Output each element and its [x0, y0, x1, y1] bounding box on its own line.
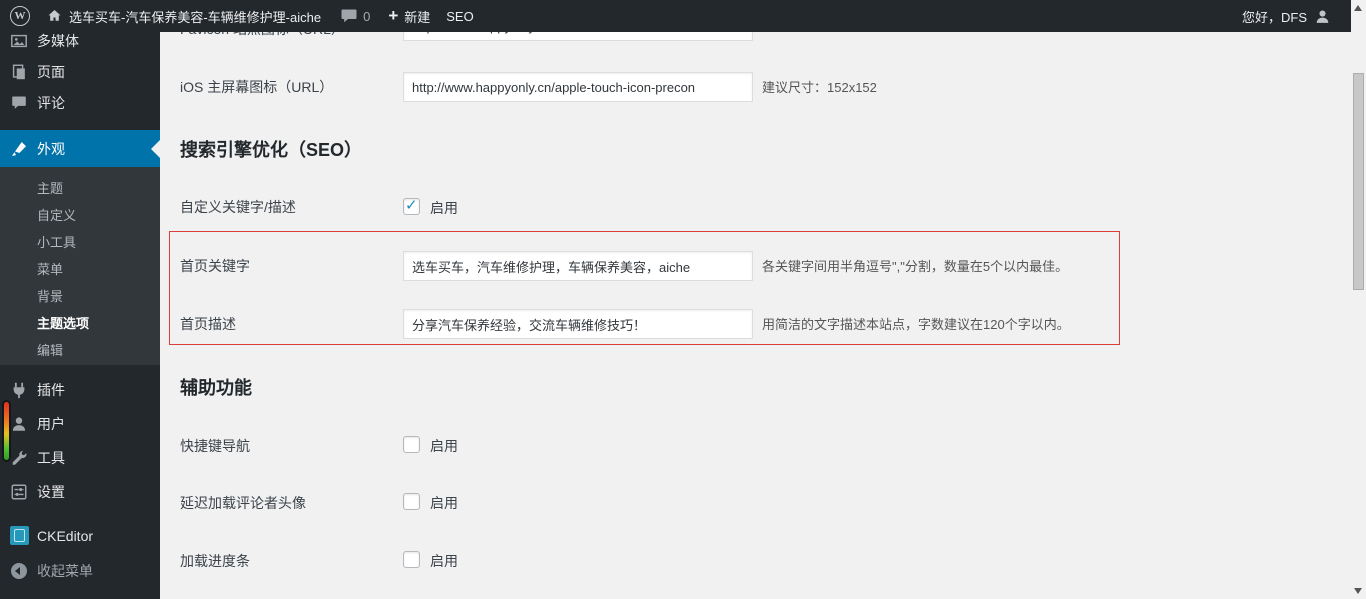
sidebar-item-tools[interactable]: 工具 — [0, 442, 160, 473]
custom-meta-enable-label: 启用 — [430, 200, 458, 216]
sidebar-item-label: 多媒体 — [37, 32, 79, 49]
shortcut-nav-enable-label: 启用 — [430, 438, 458, 454]
progress-bar-label: 加载进度条 — [180, 553, 250, 569]
submenu-item-menus[interactable]: 菜单 — [0, 255, 160, 282]
seo-menu[interactable]: SEO — [438, 0, 481, 32]
sidebar-item-label: 页面 — [37, 63, 65, 80]
wp-logo-menu[interactable]: W — [0, 0, 38, 32]
lazy-avatar-checkbox[interactable] — [403, 493, 420, 510]
sidebar-item-label: 收起菜单 — [37, 562, 93, 579]
appearance-submenu: 主题 自定义 小工具 菜单 背景 主题选项 编辑 — [0, 167, 160, 365]
plus-icon: + — [388, 5, 399, 25]
submenu-item-editor[interactable]: 编辑 — [0, 336, 160, 363]
new-content-menu[interactable]: + 新建 — [380, 0, 438, 32]
shortcut-nav-checkbox[interactable] — [403, 436, 420, 453]
new-label: 新建 — [404, 9, 431, 25]
sidebar-item-label: 工具 — [37, 449, 65, 466]
page-scrollbar — [1351, 0, 1366, 599]
site-link[interactable]: 选车买车-汽车保养美容-车辆维修护理-aiche — [38, 0, 329, 32]
assist-section-title: 辅助功能 — [180, 378, 252, 398]
shortcut-nav-label: 快捷键导航 — [180, 438, 250, 454]
lazy-avatar-label: 延迟加载评论者头像 — [180, 495, 306, 511]
sidebar-item-label: 评论 — [37, 94, 65, 111]
sidebar-item-label: 插件 — [37, 381, 65, 398]
sidebar-item-collapse-menu[interactable]: 收起菜单 — [0, 555, 160, 586]
submenu-item-background[interactable]: 背景 — [0, 282, 160, 309]
home-description-label: 首页描述 — [180, 316, 236, 332]
submenu-item-customize[interactable]: 自定义 — [0, 201, 160, 228]
plugin-icon — [9, 381, 29, 399]
submenu-item-widgets[interactable]: 小工具 — [0, 228, 160, 255]
scrollbar-up-arrow[interactable] — [1354, 5, 1362, 11]
submenu-item-themes[interactable]: 主题 — [0, 174, 160, 201]
sidebar-item-label: 外观 — [37, 140, 65, 157]
comments-shortcut[interactable]: 0 — [333, 0, 378, 32]
collapse-arrow-icon — [9, 562, 29, 579]
submenu-item-theme-options[interactable]: 主题选项 — [0, 309, 160, 336]
sidebar-item-settings[interactable]: 设置 — [0, 476, 160, 507]
user-greeting[interactable]: 您好，DFS — [1242, 7, 1307, 26]
comments-icon — [9, 94, 29, 111]
progress-bar-enable-label: 启用 — [430, 553, 458, 569]
admin-sidebar: 多媒体 页面 评论 外观 主题 自定义 小工具 菜单 背景 主题选项 编辑 插件 — [0, 0, 160, 599]
wordpress-logo-icon: W — [10, 6, 30, 26]
comment-count: 0 — [363, 8, 371, 24]
avatar-icon[interactable] — [1314, 8, 1331, 25]
sidebar-item-plugins[interactable]: 插件 — [0, 374, 160, 405]
home-icon — [48, 10, 61, 21]
sidebar-item-users[interactable]: 用户 — [0, 408, 160, 439]
comment-bubble-icon — [341, 9, 357, 23]
scrollbar-down-arrow[interactable] — [1354, 588, 1362, 594]
home-description-hint: 用简洁的文字描述本站点，字数建议在120个字以内。 — [762, 317, 1070, 332]
sidebar-item-label: 用户 — [37, 415, 65, 432]
paintbrush-icon — [9, 140, 29, 158]
media-icon — [9, 32, 29, 50]
custom-meta-checkbox[interactable] — [403, 196, 420, 215]
level-indicator-bar — [2, 400, 11, 462]
pages-icon — [9, 63, 29, 81]
home-keywords-hint: 各关键字间用半角逗号","分割，数量在5个以内最佳。 — [762, 259, 1069, 274]
sidebar-item-ckeditor[interactable]: CKEditor — [0, 520, 160, 551]
site-title: 选车买车-汽车保养美容-车辆维修护理-aiche — [69, 9, 322, 25]
sidebar-item-pages[interactable]: 页面 — [0, 56, 160, 87]
ios-icon-label: iOS 主屏幕图标（URL） — [180, 79, 334, 95]
wrench-icon — [9, 449, 29, 467]
lazy-avatar-enable-label: 启用 — [430, 495, 458, 511]
home-keywords-input[interactable] — [403, 251, 753, 281]
admin-bar: W 选车买车-汽车保养美容-车辆维修护理-aiche 0 + 新建 SEO 您好… — [0, 0, 1351, 32]
seo-menu-label: SEO — [446, 8, 474, 24]
sidebar-item-comments[interactable]: 评论 — [0, 87, 160, 118]
scrollbar-thumb[interactable] — [1353, 73, 1364, 290]
sidebar-item-appearance[interactable]: 外观 — [0, 130, 160, 167]
progress-bar-checkbox[interactable] — [403, 551, 420, 568]
custom-meta-label: 自定义关键字/描述 — [180, 199, 296, 215]
ios-icon-url-input[interactable] — [403, 72, 753, 102]
home-description-input[interactable] — [403, 309, 753, 339]
ios-icon-hint: 建议尺寸：152x152 — [762, 80, 877, 95]
sidebar-item-label: 设置 — [37, 483, 65, 500]
user-icon — [9, 415, 29, 433]
theme-options-panel: Favicon 站点图标（URL） iOS 主屏幕图标（URL） 建议尺寸：15… — [160, 0, 1351, 599]
sidebar-item-label: CKEditor — [37, 527, 94, 544]
home-keywords-label: 首页关键字 — [180, 258, 250, 274]
seo-section-title: 搜索引擎优化（SEO） — [180, 140, 363, 160]
ckeditor-icon — [9, 526, 29, 545]
settings-icon — [9, 483, 29, 501]
